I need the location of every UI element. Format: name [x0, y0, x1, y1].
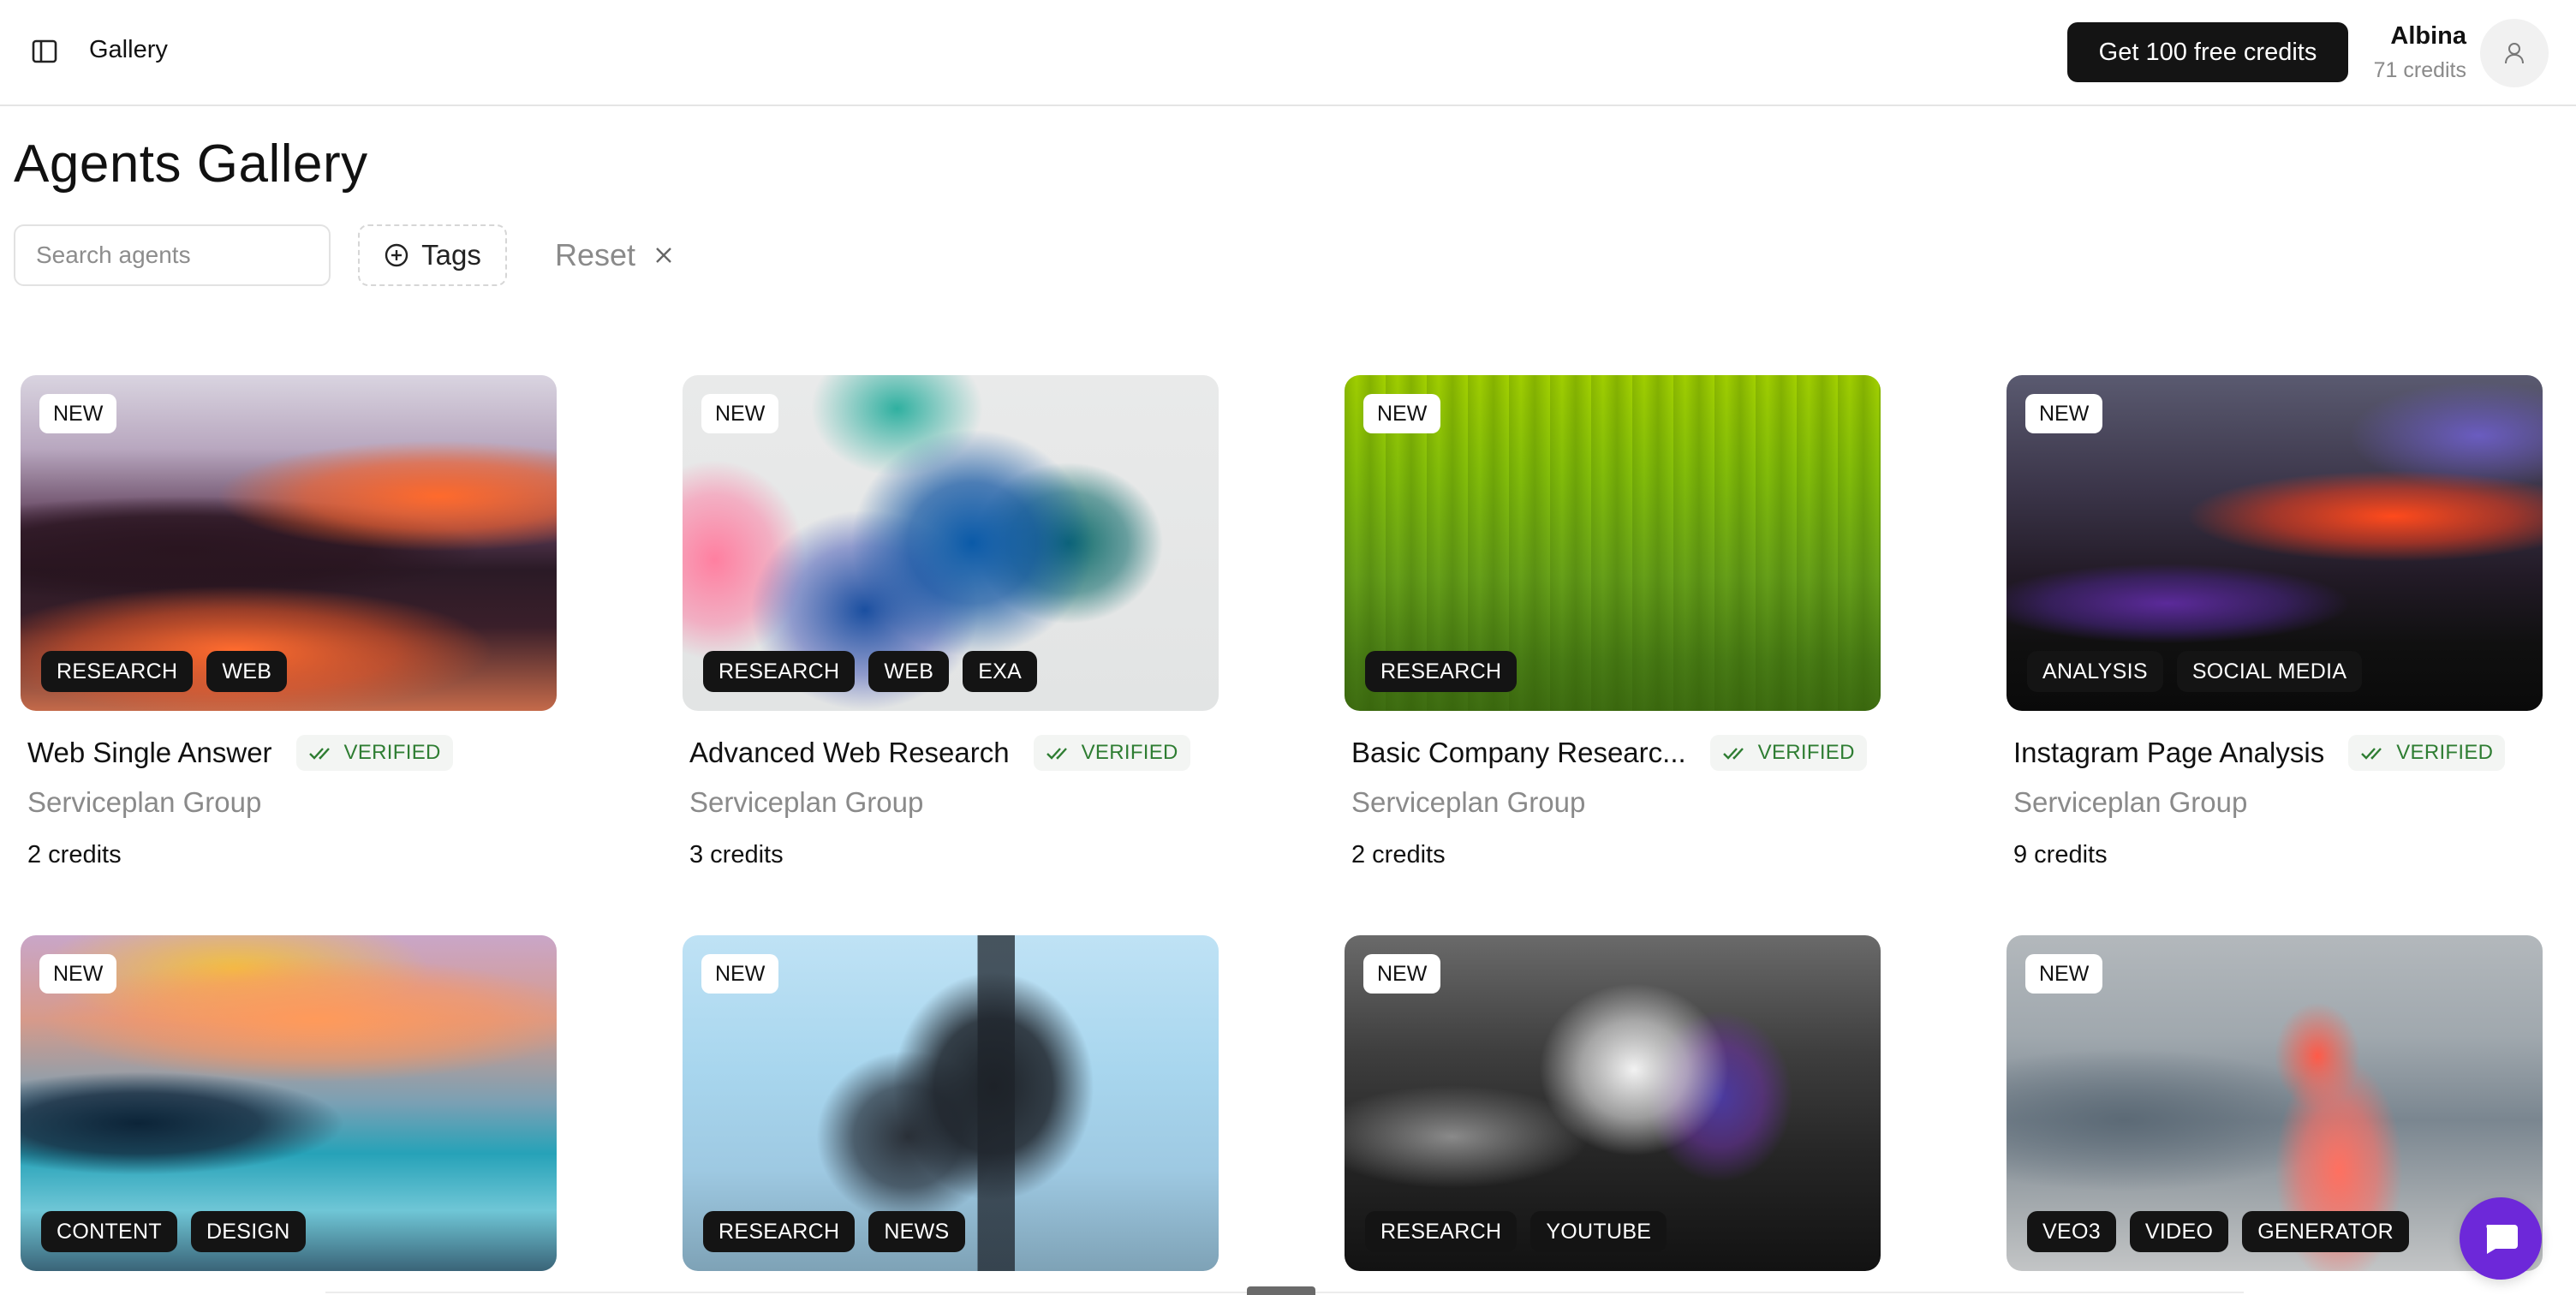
- verified-label: VERIFIED: [2396, 741, 2494, 764]
- tag: RESEARCH: [703, 651, 856, 692]
- agent-price: 3 credits: [689, 841, 784, 868]
- agent-card-content-design[interactable]: NEW CONTENT DESIGN: [21, 935, 557, 1271]
- chat-launcher-button[interactable]: [2460, 1197, 2542, 1280]
- user-credits: 71 credits: [2373, 58, 2466, 82]
- agent-card-instagram-page-analysis[interactable]: NEW ANALYSIS SOCIAL MEDIA Instagram Page…: [2007, 375, 2543, 869]
- agent-card-web-single-answer[interactable]: NEW RESEARCH WEB Web Single Answer VERIF…: [21, 375, 557, 869]
- tag: RESEARCH: [41, 651, 194, 692]
- tag: GENERATOR: [2242, 1211, 2409, 1252]
- agent-card-veo3-video-generator[interactable]: NEW VEO3 VIDEO GENERATOR: [2007, 935, 2543, 1271]
- agent-title: Basic Company Researc...: [1351, 737, 1686, 768]
- agent-price: 2 credits: [27, 841, 122, 868]
- breadcrumb: Gallery: [89, 36, 168, 63]
- tag: RESEARCH: [1365, 651, 1518, 692]
- tag: ANALYSIS: [2027, 651, 2163, 692]
- plus-circle-icon: [385, 243, 408, 267]
- sidebar-toggle-icon[interactable]: [26, 33, 63, 70]
- tag: RESEARCH: [1365, 1211, 1518, 1252]
- agent-price: 9 credits: [2013, 841, 2108, 868]
- verified-badge: VERIFIED: [1709, 735, 1867, 771]
- agent-org: Serviceplan Group: [1351, 786, 1586, 818]
- agent-card-research-news[interactable]: NEW RESEARCH NEWS: [683, 935, 1219, 1271]
- agent-card-research-youtube[interactable]: NEW RESEARCH YOUTUBE: [1345, 935, 1881, 1271]
- tags-filter-button[interactable]: Tags: [358, 224, 507, 286]
- agent-card-basic-company-research[interactable]: NEW RESEARCH Basic Company Researc... VE…: [1345, 375, 1881, 869]
- agent-thumbnail: NEW RESEARCH YOUTUBE: [1345, 935, 1881, 1271]
- chat-icon: [2486, 1225, 2518, 1254]
- agent-card-advanced-web-research[interactable]: NEW RESEARCH WEB EXA Advanced Web Resear…: [683, 375, 1219, 869]
- double-check-icon: [308, 748, 330, 760]
- new-badge: NEW: [39, 954, 117, 994]
- tag: DESIGN: [190, 1211, 306, 1252]
- verified-label: VERIFIED: [1081, 741, 1178, 764]
- tag-list: CONTENT DESIGN: [41, 1211, 306, 1252]
- double-check-icon: [1046, 748, 1067, 760]
- new-badge: NEW: [1363, 394, 1441, 433]
- tag-list: RESEARCH: [1365, 651, 1518, 692]
- agent-org: Serviceplan Group: [2013, 786, 2248, 818]
- reset-filters-button[interactable]: Reset: [555, 233, 673, 278]
- new-badge: NEW: [39, 394, 117, 433]
- tag-list: RESEARCH NEWS: [703, 1211, 965, 1252]
- tag-list: VEO3 VIDEO GENERATOR: [2027, 1211, 2409, 1252]
- tag: EXA: [963, 651, 1038, 692]
- page-title: Agents Gallery: [14, 134, 368, 194]
- tag: SOCIAL MEDIA: [2176, 651, 2363, 692]
- new-badge: NEW: [2025, 954, 2103, 994]
- agent-title: Instagram Page Analysis: [2013, 737, 2325, 768]
- agent-thumbnail: NEW CONTENT DESIGN: [21, 935, 557, 1271]
- agent-title: Web Single Answer: [27, 737, 272, 768]
- double-check-icon: [1722, 748, 1744, 760]
- verified-badge: VERIFIED: [1033, 735, 1190, 771]
- double-check-icon: [2361, 748, 2382, 760]
- agent-thumbnail: NEW RESEARCH WEB: [21, 375, 557, 711]
- avatar[interactable]: [2480, 19, 2549, 87]
- reset-label: Reset: [555, 237, 636, 272]
- user-name: Albina: [2390, 22, 2466, 50]
- tag: CONTENT: [41, 1211, 177, 1252]
- tag-list: RESEARCH WEB EXA: [703, 651, 1038, 692]
- agent-thumbnail: NEW RESEARCH WEB EXA: [683, 375, 1219, 711]
- tag: NEWS: [868, 1211, 965, 1252]
- verified-badge: VERIFIED: [295, 735, 453, 771]
- agent-thumbnail: NEW VEO3 VIDEO GENERATOR: [2007, 935, 2543, 1271]
- new-badge: NEW: [701, 954, 779, 994]
- tag: WEB: [868, 651, 950, 692]
- close-icon: [656, 248, 671, 263]
- tags-filter-label: Tags: [421, 239, 481, 271]
- verified-label: VERIFIED: [1757, 741, 1855, 764]
- agent-thumbnail: NEW ANALYSIS SOCIAL MEDIA: [2007, 375, 2543, 711]
- agent-thumbnail: NEW RESEARCH NEWS: [683, 935, 1219, 1271]
- agent-title: Advanced Web Research: [689, 737, 1010, 768]
- get-free-credits-button[interactable]: Get 100 free credits: [2067, 22, 2348, 82]
- agent-thumbnail: NEW RESEARCH: [1345, 375, 1881, 711]
- scroll-handle[interactable]: [1247, 1286, 1315, 1295]
- new-badge: NEW: [701, 394, 779, 433]
- new-badge: NEW: [1363, 954, 1441, 994]
- agent-price: 2 credits: [1351, 841, 1446, 868]
- user-icon: [2505, 43, 2524, 64]
- tag: RESEARCH: [703, 1211, 856, 1252]
- tag-list: ANALYSIS SOCIAL MEDIA: [2027, 651, 2363, 692]
- verified-badge: VERIFIED: [2348, 735, 2506, 771]
- agent-org: Serviceplan Group: [689, 786, 924, 818]
- verified-label: VERIFIED: [343, 741, 441, 764]
- new-badge: NEW: [2025, 394, 2103, 433]
- tag-list: RESEARCH YOUTUBE: [1365, 1211, 1667, 1252]
- agent-org: Serviceplan Group: [27, 786, 262, 818]
- top-bar: Gallery Get 100 free credits Albina 71 c…: [0, 0, 2576, 106]
- tag: VEO3: [2027, 1211, 2116, 1252]
- search-input[interactable]: [14, 224, 331, 286]
- tag: WEB: [206, 651, 288, 692]
- tag: YOUTUBE: [1530, 1211, 1667, 1252]
- tag-list: RESEARCH WEB: [41, 651, 288, 692]
- tag: VIDEO: [2129, 1211, 2229, 1252]
